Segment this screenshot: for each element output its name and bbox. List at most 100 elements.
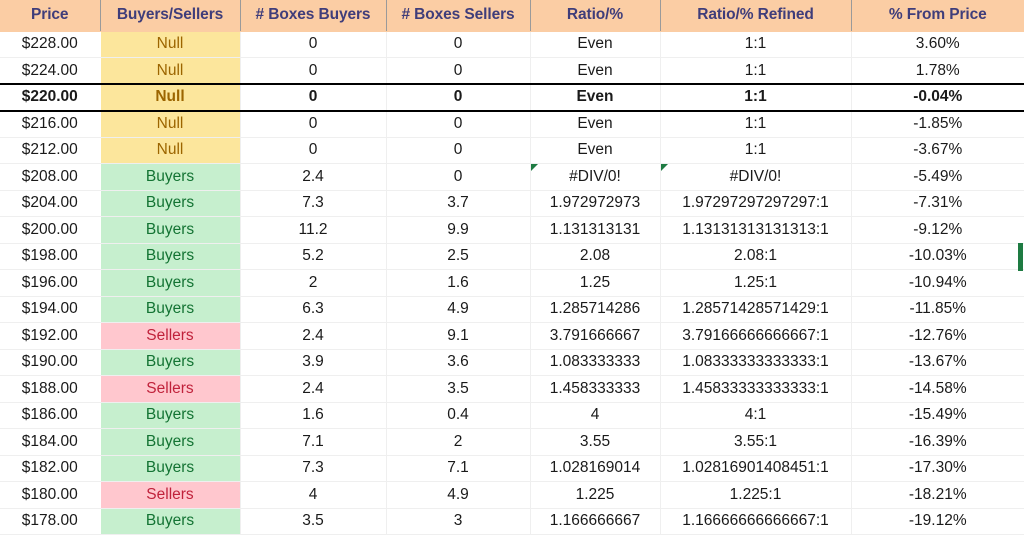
cell-pct_price[interactable]: -7.31% [851, 190, 1024, 217]
cell-ratio[interactable]: 2.08 [530, 243, 661, 270]
cell-ratio[interactable]: 1.131313131 [530, 216, 661, 244]
cell-boxes_sell[interactable]: 4.9 [386, 481, 531, 509]
cell-category[interactable]: Buyers [100, 428, 241, 456]
cell-boxes_buy[interactable]: 0 [240, 137, 387, 164]
cell-ratio_ref[interactable]: 1:1 [660, 31, 852, 58]
cell-ratio[interactable]: 1.083333333 [530, 349, 661, 376]
cell-boxes_sell[interactable]: 9.1 [386, 322, 531, 350]
cell-ratio_ref[interactable]: 1.08333333333333:1 [660, 349, 852, 376]
cell-price[interactable]: $180.00 [0, 481, 101, 509]
cell-ratio[interactable]: 1.972972973 [530, 190, 661, 217]
cell-boxes_sell[interactable]: 9.9 [386, 216, 531, 244]
cell-pct_price[interactable]: -10.03% [851, 243, 1024, 270]
table-row[interactable]: $188.00 Sellers 2.4 3.5 1.458333333 1.4583333… [0, 375, 1024, 403]
cell-boxes_sell[interactable]: 3.7 [386, 190, 531, 217]
cell-pct_price[interactable]: -16.39% [851, 428, 1024, 456]
cell-boxes_buy[interactable]: 2.4 [240, 375, 387, 403]
cell-category[interactable]: Buyers [100, 190, 241, 217]
cell-ratio[interactable]: 1.25 [530, 269, 661, 297]
cell-pct_price[interactable]: 1.78% [851, 57, 1024, 84]
cell-ratio_ref[interactable]: 1.97297297297297:1 [660, 190, 852, 217]
cell-boxes_buy[interactable]: 1.6 [240, 402, 387, 429]
cell-ratio_ref[interactable]: 1.45833333333333:1 [660, 375, 852, 403]
table-row[interactable]: $208.00 Buyers 2.4 0 #DIV/0! #DIV/0! -5.49% [0, 163, 1024, 191]
cell-boxes_sell[interactable]: 2.5 [386, 243, 531, 270]
cell-price[interactable]: $198.00 [0, 243, 101, 270]
cell-ratio[interactable]: 1.166666667 [530, 508, 661, 535]
cell-pct_price[interactable]: -13.67% [851, 349, 1024, 376]
cell-boxes_sell[interactable]: 0 [386, 31, 531, 58]
cell-ratio_ref[interactable]: 2.08:1 [660, 243, 852, 270]
cell-ratio_ref[interactable]: 1.225:1 [660, 481, 852, 509]
cell-ratio_ref[interactable]: 1.25:1 [660, 269, 852, 297]
column-header-boxes_sell[interactable]: # Boxes Sellers [386, 0, 531, 32]
table-row[interactable]: $192.00 Sellers 2.4 9.1 3.791666667 3.7916666… [0, 322, 1024, 350]
cell-category[interactable]: Buyers [100, 508, 241, 535]
cell-ratio[interactable]: Even [530, 57, 661, 84]
cell-pct_price[interactable]: -19.12% [851, 508, 1024, 535]
cell-category[interactable]: Null [100, 57, 241, 84]
table-row[interactable]: $178.00 Buyers 3.5 3 1.166666667 1.1666666666… [0, 508, 1024, 535]
cell-boxes_sell[interactable]: 0 [386, 110, 531, 138]
cell-boxes_sell[interactable]: 3 [386, 508, 531, 535]
cell-pct_price[interactable]: -15.49% [851, 402, 1024, 429]
column-header-ratio[interactable]: Ratio/% [530, 0, 661, 32]
cell-ratio[interactable]: Even [530, 137, 661, 164]
cell-boxes_buy[interactable]: 7.1 [240, 428, 387, 456]
cell-ratio_ref[interactable]: 1.02816901408451:1 [660, 455, 852, 482]
cell-boxes_buy[interactable]: 4 [240, 481, 387, 509]
cell-ratio[interactable]: 1.225 [530, 481, 661, 509]
column-header-category[interactable]: Buyers/Sellers [100, 0, 241, 32]
cell-price[interactable]: $182.00 [0, 455, 101, 482]
cell-pct_price[interactable]: -17.30% [851, 455, 1024, 482]
cell-price[interactable]: $200.00 [0, 216, 101, 244]
cell-boxes_buy[interactable]: 7.3 [240, 190, 387, 217]
cell-boxes_buy[interactable]: 0 [240, 57, 387, 84]
cell-category[interactable]: Buyers [100, 296, 241, 323]
cell-boxes_buy[interactable]: 2.4 [240, 163, 387, 191]
cell-category[interactable]: Null [100, 137, 241, 164]
cell-ratio[interactable]: Even [530, 31, 661, 58]
table-row[interactable]: $224.00 Null 0 0 Even 1:1 1.78% [0, 57, 1024, 84]
cell-price[interactable]: $220.00 [0, 83, 101, 112]
cell-price[interactable]: $190.00 [0, 349, 101, 376]
cell-pct_price[interactable]: 3.60% [851, 31, 1024, 58]
cell-boxes_buy[interactable]: 0 [240, 110, 387, 138]
cell-boxes_buy[interactable]: 5.2 [240, 243, 387, 270]
cell-price[interactable]: $184.00 [0, 428, 101, 456]
cell-price[interactable]: $208.00 [0, 163, 101, 191]
cell-category[interactable]: Null [100, 83, 241, 112]
cell-category[interactable]: Sellers [100, 481, 241, 509]
table-row[interactable]: $196.00 Buyers 2 1.6 1.25 1.25:1 -10.94% [0, 269, 1024, 297]
table-row[interactable]: $184.00 Buyers 7.1 2 3.55 3.55:1 -16.39% [0, 428, 1024, 456]
cell-category[interactable]: Sellers [100, 322, 241, 350]
cell-boxes_sell[interactable]: 3.5 [386, 375, 531, 403]
table-row[interactable]: $182.00 Buyers 7.3 7.1 1.028169014 1.02816901… [0, 455, 1024, 482]
cell-price[interactable]: $212.00 [0, 137, 101, 164]
cell-boxes_sell[interactable]: 0 [386, 83, 531, 112]
cell-boxes_sell[interactable]: 1.6 [386, 269, 531, 297]
cell-boxes_sell[interactable]: 2 [386, 428, 531, 456]
column-header-boxes_buy[interactable]: # Boxes Buyers [240, 0, 387, 32]
cell-category[interactable]: Buyers [100, 163, 241, 191]
cell-boxes_buy[interactable]: 2 [240, 269, 387, 297]
cell-boxes_buy[interactable]: 0 [240, 31, 387, 58]
cell-price[interactable]: $228.00 [0, 31, 101, 58]
cell-ratio[interactable]: 3.791666667 [530, 322, 661, 350]
cell-category[interactable]: Buyers [100, 243, 241, 270]
cell-ratio_ref[interactable]: 1:1 [660, 110, 852, 138]
cell-price[interactable]: $224.00 [0, 57, 101, 84]
cell-price[interactable]: $196.00 [0, 269, 101, 297]
cell-price[interactable]: $204.00 [0, 190, 101, 217]
table-row[interactable]: $194.00 Buyers 6.3 4.9 1.285714286 1.28571428… [0, 296, 1024, 323]
cell-boxes_buy[interactable]: 3.9 [240, 349, 387, 376]
table-row[interactable]: $216.00 Null 0 0 Even 1:1 -1.85% [0, 110, 1024, 138]
cell-pct_price[interactable]: -1.85% [851, 110, 1024, 138]
cell-ratio_ref[interactable]: 3.79166666666667:1 [660, 322, 852, 350]
table-row[interactable]: $198.00 Buyers 5.2 2.5 2.08 2.08:1 -10.03% [0, 243, 1024, 270]
table-row[interactable]: $220.00 Null 0 0 Even 1:1 -0.04% [0, 83, 1024, 112]
table-row[interactable]: $180.00 Sellers 4 4.9 1.225 1.225:1 -18.21% [0, 481, 1024, 509]
cell-category[interactable]: Null [100, 31, 241, 58]
cell-ratio_ref[interactable]: 1:1 [660, 137, 852, 164]
cell-category[interactable]: Buyers [100, 455, 241, 482]
